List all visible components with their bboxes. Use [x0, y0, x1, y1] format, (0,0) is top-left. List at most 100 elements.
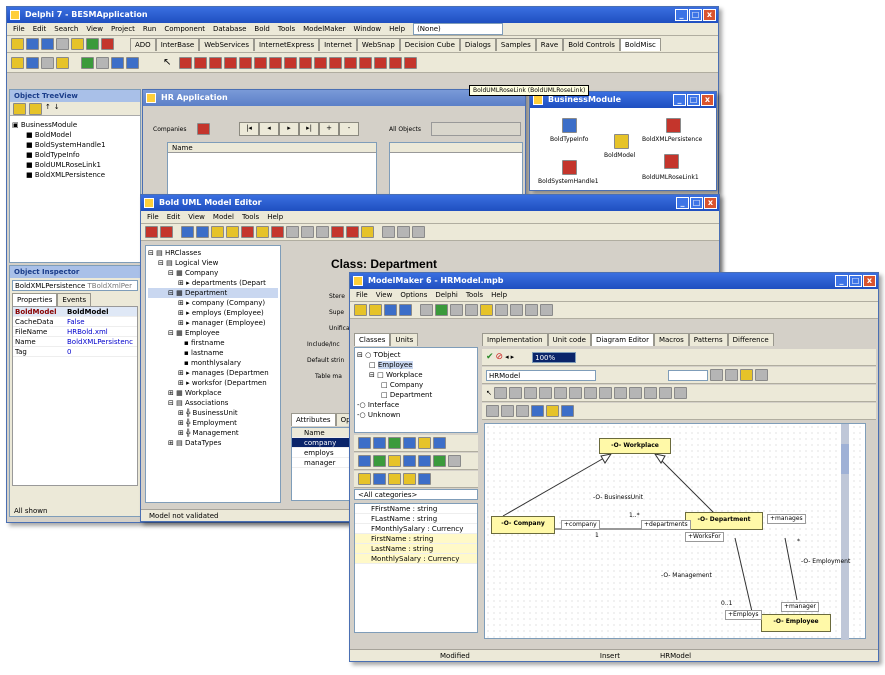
diagram-tool-icon[interactable]	[553, 387, 567, 399]
menu-file[interactable]: File	[13, 23, 25, 35]
diagram-tool-icon[interactable]	[538, 387, 552, 399]
menu-bold[interactable]: Bold	[254, 23, 269, 35]
new-item-icon[interactable]	[13, 103, 26, 115]
model-tool-icon[interactable]	[160, 226, 173, 238]
diagram-tool-icon[interactable]	[643, 387, 657, 399]
model-tool-icon[interactable]	[412, 226, 425, 238]
view-form-icon[interactable]	[26, 56, 39, 69]
bold-component-9-icon[interactable]	[299, 56, 313, 69]
member-tool-icon[interactable]	[388, 437, 401, 449]
model-tool-icon[interactable]	[286, 226, 299, 238]
maximize-button[interactable]: □	[687, 94, 700, 106]
menu-delphi[interactable]: Delphi	[435, 289, 457, 301]
member-item[interactable]: FirstName : string	[355, 534, 477, 544]
tree-node[interactable]: ⊞ ╬ Employment	[148, 418, 278, 428]
tree-item-businessmodule[interactable]: ▣ BusinessModule	[12, 120, 138, 130]
tree-node[interactable]: ⊟ ▦ Department	[148, 288, 278, 298]
tree-node[interactable]: ⊞ ▤ DataTypes	[148, 438, 278, 448]
visibility-icon[interactable]	[358, 473, 371, 485]
filter-icon[interactable]	[373, 455, 386, 467]
save-icon[interactable]	[384, 304, 397, 316]
maximize-button[interactable]: □	[689, 9, 702, 21]
class-node[interactable]: □ Employee	[357, 360, 475, 370]
tree-node[interactable]: ⊞ ╬ BusinessUnit	[148, 408, 278, 418]
palette-tab-rave[interactable]: Rave	[535, 37, 564, 51]
menu-database[interactable]: Database	[213, 23, 246, 35]
menu-window[interactable]: Window	[353, 23, 381, 35]
minimize-button[interactable]: _	[673, 94, 686, 106]
menu-search[interactable]: Search	[54, 23, 78, 35]
new-icon[interactable]	[11, 38, 24, 50]
property-row[interactable]: Tag 0	[13, 347, 137, 357]
bold-component-6-icon[interactable]	[254, 56, 268, 69]
pointer-icon[interactable]: ↖	[486, 389, 492, 397]
attr-row[interactable]: manager	[292, 458, 354, 468]
tree-node[interactable]: ⊟ ▤ Logical View	[148, 258, 278, 268]
model-tool-icon[interactable]	[271, 226, 284, 238]
palette-tab-bold-controls[interactable]: Bold Controls	[563, 37, 620, 51]
nav-insert-button[interactable]: +	[319, 122, 339, 136]
class-node[interactable]: ⊟ □ Workplace	[357, 370, 475, 380]
filter-icon[interactable]	[433, 455, 446, 467]
nav-first-button[interactable]: |◂	[239, 122, 259, 136]
refresh-icon[interactable]	[399, 304, 412, 316]
model-tool-icon[interactable]	[316, 226, 329, 238]
palette-tab-samples[interactable]: Samples	[495, 37, 536, 51]
attr-row[interactable]: company	[292, 438, 354, 448]
diagram-tool-icon[interactable]	[561, 405, 574, 417]
filter-icon[interactable]	[403, 455, 416, 467]
model-tool-icon[interactable]	[331, 226, 344, 238]
minimize-button[interactable]: _	[835, 275, 848, 287]
diagram-tool-icon[interactable]	[710, 369, 723, 381]
uml-class-workplace[interactable]: -O- Workplace	[599, 438, 671, 454]
model-tool-icon[interactable]	[397, 226, 410, 238]
tree-node[interactable]: ⊞ ▦ Workplace	[148, 388, 278, 398]
zoom-combo[interactable]: 100%	[532, 351, 577, 363]
nav-next-button[interactable]: ▸	[279, 122, 299, 136]
tab-events[interactable]: Events	[57, 293, 92, 306]
member-tool-icon[interactable]	[403, 437, 416, 449]
tree-node[interactable]: ⊟ ▦ Company	[148, 268, 278, 278]
filter-icon[interactable]	[418, 455, 431, 467]
filter-icon[interactable]	[388, 455, 401, 467]
folder-icon[interactable]	[29, 103, 42, 115]
bold-component-11-icon[interactable]	[329, 56, 343, 69]
menu-tools[interactable]: Tools	[466, 289, 483, 301]
diagram-tool-icon[interactable]	[531, 405, 544, 417]
category-combo[interactable]: <All categories>	[354, 489, 478, 500]
member-item[interactable]: FMonthlySalary : Currency	[355, 524, 477, 534]
palette-tab-internet[interactable]: Internet	[319, 37, 357, 51]
visibility-icon[interactable]	[388, 473, 401, 485]
diagram-tool-icon[interactable]	[486, 405, 499, 417]
palette-tab-decision-cube[interactable]: Decision Cube	[399, 37, 460, 51]
boldmodel-icon[interactable]	[614, 134, 629, 149]
step-over-icon[interactable]	[126, 56, 139, 69]
bold-component-3-icon[interactable]	[209, 56, 223, 69]
menu-file[interactable]: File	[356, 289, 368, 301]
bold-component-15-icon[interactable]	[389, 56, 403, 69]
bold-component-1-icon[interactable]	[179, 56, 193, 69]
new-form-icon[interactable]	[56, 56, 69, 69]
tool-icon[interactable]	[465, 304, 478, 316]
add-file-icon[interactable]	[86, 38, 99, 50]
menu-help[interactable]: Help	[491, 289, 507, 301]
member-tool-icon[interactable]	[373, 437, 386, 449]
visibility-icon[interactable]	[373, 473, 386, 485]
tree-node[interactable]: ⊞ ▸ company (Company)	[148, 298, 278, 308]
palette-tab-websnap[interactable]: WebSnap	[356, 37, 400, 51]
model-tool-icon[interactable]	[361, 226, 374, 238]
tab-properties[interactable]: Properties	[12, 293, 58, 306]
bold-umlroselink-icon[interactable]	[404, 56, 418, 69]
attr-row[interactable]: employs	[292, 448, 354, 458]
member-tool-icon[interactable]	[418, 437, 431, 449]
uml-class-employee[interactable]: -O- Employee	[761, 614, 831, 632]
filter-combo[interactable]	[668, 369, 708, 381]
all-objects-navigator[interactable]	[431, 122, 521, 136]
menu-edit[interactable]: Edit	[33, 23, 47, 35]
diagram-tool-icon[interactable]	[523, 387, 537, 399]
menu-model[interactable]: Model	[213, 211, 234, 223]
member-item[interactable]: LastName : string	[355, 544, 477, 554]
open-icon[interactable]	[369, 304, 382, 316]
bold-component-7-icon[interactable]	[269, 56, 283, 69]
nav-delete-button[interactable]: -	[339, 122, 359, 136]
